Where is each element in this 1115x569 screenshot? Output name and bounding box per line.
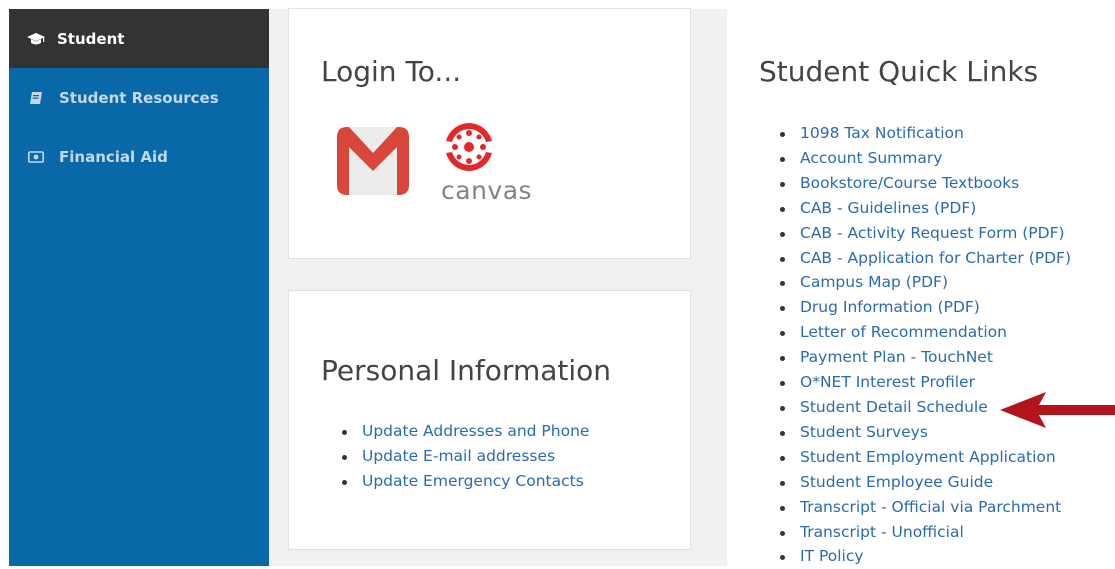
money-icon	[27, 150, 45, 164]
book-icon	[27, 91, 45, 105]
list-item: Transcript - Official via Parchment	[780, 495, 1071, 520]
quick-link[interactable]: Student Employee Guide	[800, 473, 993, 491]
sidebar-item-label: Student Resources	[59, 88, 219, 107]
quick-link[interactable]: Transcript - Unofficial	[800, 523, 964, 541]
quick-links-title: Student Quick Links	[759, 55, 1039, 88]
student-detail-schedule-link[interactable]: Student Detail Schedule	[800, 398, 988, 416]
list-item: Transcript - Unofficial	[780, 520, 1071, 545]
quick-link[interactable]: Student Surveys	[800, 423, 928, 441]
list-item: Campus Map (PDF)	[780, 270, 1071, 295]
personal-information-title: Personal Information	[321, 354, 612, 387]
quick-link[interactable]: Drug Information (PDF)	[800, 298, 980, 316]
update-addresses-link[interactable]: Update Addresses and Phone	[362, 422, 589, 440]
quick-link[interactable]: CAB - Guidelines (PDF)	[800, 199, 976, 217]
list-item: Student Employment Application	[780, 445, 1071, 470]
login-title: Login To...	[321, 55, 462, 88]
quick-link[interactable]: Account Summary	[800, 149, 942, 167]
quick-link[interactable]: Letter of Recommendation	[800, 323, 1007, 341]
update-emergency-contacts-link[interactable]: Update Emergency Contacts	[362, 472, 584, 490]
gmail-icon[interactable]	[335, 123, 411, 199]
update-email-link[interactable]: Update E-mail addresses	[362, 447, 555, 465]
list-item: CAB - Application for Charter (PDF)	[780, 246, 1071, 271]
quick-link[interactable]: CAB - Application for Charter (PDF)	[800, 249, 1071, 267]
sidebar-item-label: Student	[57, 29, 125, 48]
list-item: 1098 Tax Notification	[780, 121, 1071, 146]
sidebar: Student Student Resources Financial Aid	[9, 9, 269, 566]
list-item: CAB - Activity Request Form (PDF)	[780, 221, 1071, 246]
quick-link[interactable]: 1098 Tax Notification	[800, 124, 964, 142]
list-item: Letter of Recommendation	[780, 320, 1071, 345]
sidebar-item-student-resources[interactable]: Student Resources	[9, 68, 269, 127]
sidebar-item-student[interactable]: Student	[9, 9, 269, 68]
quick-link[interactable]: IT Policy	[800, 547, 864, 565]
quick-links-list: 1098 Tax Notification Account Summary Bo…	[780, 121, 1071, 569]
list-item: Update E-mail addresses	[342, 444, 589, 469]
personal-information-card: Personal Information Update Addresses an…	[288, 290, 691, 550]
list-item: Update Addresses and Phone	[342, 419, 589, 444]
content-area: Login To... canvas Personal Information …	[269, 8, 727, 566]
canvas-icon[interactable]	[439, 121, 499, 181]
quick-link[interactable]: Transcript - Official via Parchment	[800, 498, 1061, 516]
quick-link[interactable]: Campus Map (PDF)	[800, 273, 948, 291]
quick-link[interactable]: Bookstore/Course Textbooks	[800, 174, 1019, 192]
sidebar-item-financial-aid[interactable]: Financial Aid	[9, 127, 269, 186]
login-card: Login To... canvas	[288, 8, 691, 259]
canvas-wordmark[interactable]: canvas	[441, 176, 532, 205]
list-item: IT Policy	[780, 544, 1071, 569]
quick-link[interactable]: Student Employment Application	[800, 448, 1056, 466]
quick-link[interactable]: Payment Plan - TouchNet	[800, 348, 993, 366]
list-item: Account Summary	[780, 146, 1071, 171]
list-item: Drug Information (PDF)	[780, 295, 1071, 320]
graduation-cap-icon	[27, 32, 45, 46]
annotation-arrow-icon	[1000, 392, 1115, 432]
list-item: CAB - Guidelines (PDF)	[780, 196, 1071, 221]
quick-link[interactable]: O*NET Interest Profiler	[800, 373, 975, 391]
list-item: Student Employee Guide	[780, 470, 1071, 495]
personal-links-list: Update Addresses and Phone Update E-mail…	[342, 419, 589, 494]
list-item: Update Emergency Contacts	[342, 469, 589, 494]
list-item: Bookstore/Course Textbooks	[780, 171, 1071, 196]
quick-link[interactable]: CAB - Activity Request Form (PDF)	[800, 224, 1065, 242]
sidebar-item-label: Financial Aid	[59, 147, 168, 166]
list-item: Payment Plan - TouchNet	[780, 345, 1071, 370]
